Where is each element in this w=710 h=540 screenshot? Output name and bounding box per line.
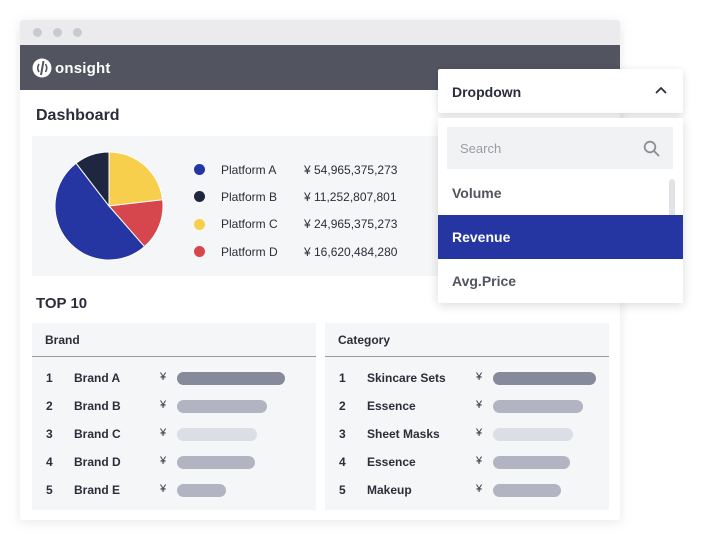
page-title: Dashboard [36,107,120,124]
brand-rank-row[interactable]: 3 Brand C ¥ [32,420,316,448]
rank-number: 4 [46,455,53,469]
legend-color-dot [194,164,205,176]
category-value-bar [493,456,570,469]
platform-pie-chart [54,151,164,261]
brand-column-header: Brand [32,323,316,357]
legend-color-dot [194,191,205,203]
legend-label: Platform A [221,162,277,177]
rank-number: 5 [46,483,53,497]
brand-name: onsight [55,59,111,77]
legend-label: Platform B [221,189,278,204]
category-value-bar [493,400,583,413]
brand-rank-row[interactable]: 5 Brand E ¥ [32,476,316,504]
category-value-bar [493,428,573,441]
platform-share-card: Platform A ¥ 54,965,375,273 Platform B ¥ 11… [32,136,452,276]
legend-color-dot [194,218,205,230]
legend-item[interactable]: Platform D ¥ 16,620,484,280 [194,238,444,265]
dropdown-option-volume[interactable]: Volume [438,171,683,215]
brand-name: Brand C [74,427,121,441]
window-zoom-dot[interactable] [73,28,82,37]
category-rank-row[interactable]: 1 Skincare Sets ¥ [325,364,609,392]
category-rank-row[interactable]: 3 Sheet Masks ¥ [325,420,609,448]
currency-symbol: ¥ [160,455,167,467]
brand-ranking-card: Brand 1 Brand A ¥2 Brand B ¥3 Brand C ¥4 Brand … [32,323,316,510]
category-rank-row[interactable]: 4 Essence ¥ [325,448,609,476]
brand-value-bar [177,372,285,385]
rank-number: 2 [339,399,346,413]
rank-number: 3 [339,427,346,441]
brand-value-bar [177,484,226,497]
category-value-bar [493,372,596,385]
rank-number: 5 [339,483,346,497]
search-input[interactable] [447,127,637,169]
dropdown-option-revenue[interactable]: Revenue [438,215,683,259]
legend-item[interactable]: Platform C ¥ 24,965,375,273 [194,211,444,238]
dropdown-menu: VolumeRevenueAvg.Price [438,118,683,303]
currency-symbol: ¥ [476,483,483,495]
category-rank-row[interactable]: 5 Makeup ¥ [325,476,609,504]
top10-title: TOP 10 [36,295,88,312]
brand-logo[interactable]: onsight [32,58,111,78]
legend-value: ¥ 24,965,375,273 [304,217,398,232]
brand-name: Brand E [74,483,121,497]
brand-value-bar [177,456,255,469]
window-close-dot[interactable] [33,28,42,37]
search-box [447,127,673,169]
category-ranking-card: Category 1 Skincare Sets ¥2 Essence ¥3 Sheet … [325,323,609,510]
currency-symbol: ¥ [476,371,483,383]
category-column-header: Category [325,323,609,357]
brand-rank-row[interactable]: 2 Brand B ¥ [32,392,316,420]
category-name: Essence [367,399,416,413]
search-icon[interactable] [643,140,660,157]
currency-symbol: ¥ [160,371,167,383]
brand-rank-row[interactable]: 4 Brand D ¥ [32,448,316,476]
dropdown-option-avg-price[interactable]: Avg.Price [438,259,683,303]
dropdown-toggle[interactable]: Dropdown [438,69,683,113]
legend-label: Platform C [221,217,278,232]
dropdown-label: Dropdown [452,84,522,100]
chevron-up-icon [655,87,667,94]
legend-item[interactable]: Platform B ¥ 11,252,807,801 [194,183,444,210]
brand-name: Brand A [74,371,121,385]
category-name: Skincare Sets [367,371,446,385]
brand-ranking-list: 1 Brand A ¥2 Brand B ¥3 Brand C ¥4 Brand D ¥5 Bra… [32,357,316,504]
rank-number: 1 [339,371,346,385]
rank-number: 2 [46,399,53,413]
category-value-bar [493,484,561,497]
window-titlebar [20,20,620,45]
currency-symbol: ¥ [160,427,167,439]
brand-value-bar [177,428,257,441]
pie-slice-platform-c[interactable] [108,151,164,207]
logo-icon [32,58,52,78]
category-ranking-list: 1 Skincare Sets ¥2 Essence ¥3 Sheet Masks ¥4 Es… [325,357,609,504]
category-rank-row[interactable]: 2 Essence ¥ [325,392,609,420]
category-name: Essence [367,455,416,469]
rank-number: 4 [339,455,346,469]
legend-item[interactable]: Platform A ¥ 54,965,375,273 [194,156,444,183]
currency-symbol: ¥ [476,399,483,411]
rank-number: 3 [46,427,53,441]
legend-label: Platform D [221,244,278,259]
pie-legend: Platform A ¥ 54,965,375,273 Platform B ¥ 11… [194,156,444,265]
window-minimize-dot[interactable] [53,28,62,37]
currency-symbol: ¥ [476,455,483,467]
category-name: Sheet Masks [367,427,440,441]
legend-value: ¥ 16,620,484,280 [304,244,398,259]
currency-symbol: ¥ [476,427,483,439]
legend-color-dot [194,246,205,258]
brand-name: Brand B [74,399,121,413]
brand-rank-row[interactable]: 1 Brand A ¥ [32,364,316,392]
legend-value: ¥ 54,965,375,273 [304,162,398,177]
rank-number: 1 [46,371,53,385]
brand-value-bar [177,400,267,413]
legend-value: ¥ 11,252,807,801 [304,189,397,204]
brand-name: Brand D [74,455,121,469]
currency-symbol: ¥ [160,399,167,411]
currency-symbol: ¥ [160,483,167,495]
category-name: Makeup [367,483,412,497]
